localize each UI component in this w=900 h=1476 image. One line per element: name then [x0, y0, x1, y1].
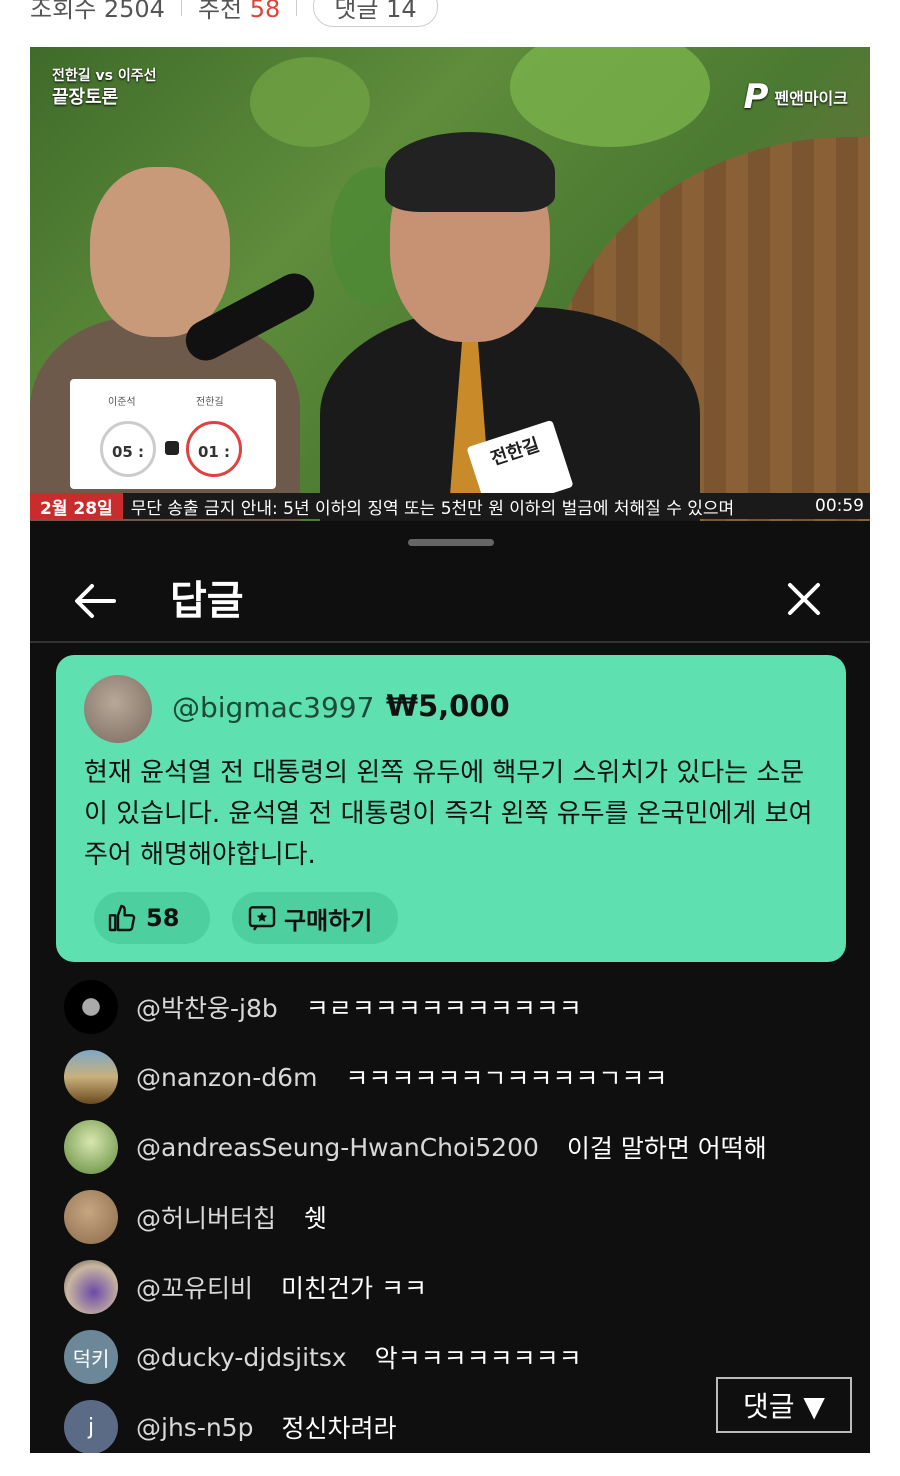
- superchat-amount: ₩5,000: [386, 689, 510, 723]
- comment-user[interactable]: @꼬유티비: [136, 1269, 253, 1305]
- foliage: [510, 47, 710, 147]
- list-item[interactable]: 덕키 @ducky-djdsjitsx 악ㅋㅋㅋㅋㅋㅋㅋㅋ: [64, 1329, 582, 1385]
- video-player[interactable]: 전한길 이준석 전한길 05 : 00 01 : 48 전한길 vs 이주선 끝…: [30, 47, 870, 521]
- comment-user[interactable]: @허니버터칩: [136, 1199, 276, 1235]
- guest-right-hair: [385, 132, 555, 212]
- timer-left-name: 이준석: [108, 397, 136, 408]
- timer-divider-icon: [165, 441, 179, 455]
- purchase-label: 구매하기: [284, 906, 373, 935]
- avatar[interactable]: [64, 1190, 118, 1244]
- show-title-line1: 전한길 vs 이주선: [52, 68, 157, 84]
- avatar[interactable]: [64, 1050, 118, 1104]
- timer-left: 05 : 00: [100, 421, 156, 517]
- comment-user[interactable]: @박찬웅-j8b: [136, 989, 278, 1025]
- ticker-text: 무단 송출 금지 안내: 5년 이하의 징역 또는 5천만 원 이하의 벌금에 …: [130, 498, 735, 519]
- back-arrow-icon[interactable]: [72, 581, 118, 621]
- guest-left-head: [90, 167, 230, 337]
- avatar[interactable]: [84, 675, 152, 743]
- sheet-header: 답글: [30, 561, 870, 643]
- recommend-count: 추천 58: [197, 0, 281, 23]
- news-ticker: 2월 28일 무단 송출 금지 안내: 5년 이하의 징역 또는 5천만 원 이…: [30, 493, 870, 519]
- superchat-user[interactable]: @bigmac3997: [172, 691, 374, 724]
- drag-handle[interactable]: [408, 539, 494, 546]
- divider: [296, 0, 298, 16]
- list-item[interactable]: @허니버터칩 쉣: [64, 1189, 327, 1245]
- comment-text: 정신차려라: [281, 1414, 397, 1443]
- page-bottom-margin: [0, 1453, 900, 1476]
- comment-text: 이걸 말하면 어떡해: [566, 1134, 767, 1163]
- purchase-button[interactable]: 구매하기: [232, 892, 398, 944]
- superchat-text: 현재 윤석열 전 대통령의 왼쪽 유두에 핵무기 스위치가 있다는 소문이 있습…: [84, 758, 813, 870]
- replies-sheet: 답글 @bigmac3997 ₩5,000 현재 윤석열 전 대통령의 왼쪽 유…: [30, 521, 870, 1455]
- comments-count-button[interactable]: 댓글 14: [313, 0, 438, 27]
- comment-text: 미친건가 ㅋㅋ: [281, 1274, 427, 1303]
- list-item[interactable]: j @jhs-n5p 정신차려라: [64, 1399, 396, 1455]
- purchase-icon: [248, 906, 276, 931]
- timer-right: 01 : 48: [186, 421, 242, 517]
- avatar[interactable]: [64, 980, 118, 1034]
- views-count: 조회수 2504: [30, 0, 165, 23]
- timer-right-name: 전한길: [196, 397, 224, 408]
- channel-logo-icon: P: [743, 77, 769, 117]
- avatar[interactable]: [64, 1260, 118, 1314]
- list-item[interactable]: @꼬유티비 미친건가 ㅋㅋ: [64, 1259, 427, 1315]
- comments-toggle-button[interactable]: 댓글 ▼: [716, 1377, 852, 1433]
- debate-timer: 이준석 전한길 05 : 00 01 : 48: [70, 379, 276, 517]
- avatar[interactable]: 덕키: [64, 1330, 118, 1384]
- comment-user[interactable]: @nanzon-d6m: [136, 1063, 317, 1092]
- sheet-title: 답글: [170, 578, 244, 624]
- show-title-line2: 끝장토론: [52, 87, 119, 108]
- avatar[interactable]: j: [64, 1400, 118, 1454]
- superchat-card: @bigmac3997 ₩5,000 현재 윤석열 전 대통령의 왼쪽 유두에 …: [56, 655, 846, 962]
- list-item[interactable]: @박찬웅-j8b ㅋㄹㅋㅋㅋㅋㅋㅋㅋㅋㅋㅋ: [64, 979, 582, 1035]
- ticker-date: 2월 28일: [30, 493, 123, 519]
- avatar[interactable]: [64, 1120, 118, 1174]
- channel-logo-text: 펜앤마이크: [774, 89, 848, 108]
- comment-text: ㅋㅋㅋㅋㅋㅋㄱㅋㅋㅋㅋㄱㅋㅋ: [345, 1064, 668, 1093]
- foliage: [250, 57, 370, 147]
- comment-text: ㅋㄹㅋㅋㅋㅋㅋㅋㅋㅋㅋㅋ: [305, 994, 582, 1023]
- comment-user[interactable]: @andreasSeung-HwanChoi5200: [136, 1133, 539, 1162]
- comment-user[interactable]: @jhs-n5p: [136, 1413, 253, 1442]
- list-item[interactable]: @andreasSeung-HwanChoi5200 이걸 말하면 어떡해: [64, 1119, 767, 1175]
- divider: [180, 0, 182, 16]
- like-button[interactable]: 58: [94, 892, 210, 944]
- like-count: 58: [146, 904, 180, 932]
- comment-text: 쉣: [304, 1204, 328, 1233]
- comment-text: 악ㅋㅋㅋㅋㅋㅋㅋㅋ: [374, 1344, 582, 1373]
- post-meta-bar: 조회수 2504 추천 58 댓글 14: [30, 0, 438, 27]
- show-title-overlay: 전한길 vs 이주선 끝장토론: [52, 65, 157, 109]
- close-icon[interactable]: [784, 579, 824, 619]
- ticker-time: 00:59: [815, 496, 864, 516]
- list-item[interactable]: @nanzon-d6m ㅋㅋㅋㅋㅋㅋㄱㅋㅋㅋㅋㄱㅋㅋ: [64, 1049, 667, 1105]
- comment-user[interactable]: @ducky-djdsjitsx: [136, 1343, 347, 1372]
- thumbs-up-icon: [108, 904, 136, 932]
- channel-logo: P 펜앤마이크: [743, 77, 848, 117]
